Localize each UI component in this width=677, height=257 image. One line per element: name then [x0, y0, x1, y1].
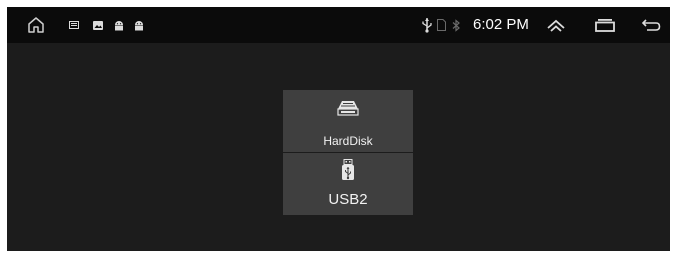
expand-up-icon[interactable]	[544, 7, 568, 43]
sim-card-icon	[435, 7, 447, 43]
usb-icon	[420, 7, 434, 43]
storage-item-label: USB2	[328, 191, 368, 208]
status-bar: 6:02 PM	[7, 7, 670, 43]
hard-disk-icon	[337, 100, 359, 121]
android-notification-icon	[113, 7, 125, 43]
home-icon[interactable]	[25, 7, 47, 43]
image-notification-icon	[92, 7, 104, 43]
device-screen: 6:02 PM HardDisk USB2	[7, 7, 670, 251]
app-notification-icon	[68, 7, 80, 43]
usb-drive-icon	[341, 159, 355, 186]
clock: 6:02 PM	[473, 16, 529, 33]
bluetooth-icon	[450, 7, 462, 43]
storage-item-usb2[interactable]: USB2	[283, 153, 413, 215]
recent-apps-icon[interactable]	[593, 7, 617, 43]
android-notification-icon	[133, 7, 145, 43]
back-icon[interactable]	[639, 7, 663, 43]
storage-item-harddisk[interactable]: HardDisk	[283, 90, 413, 152]
storage-item-label: HardDisk	[323, 134, 373, 148]
